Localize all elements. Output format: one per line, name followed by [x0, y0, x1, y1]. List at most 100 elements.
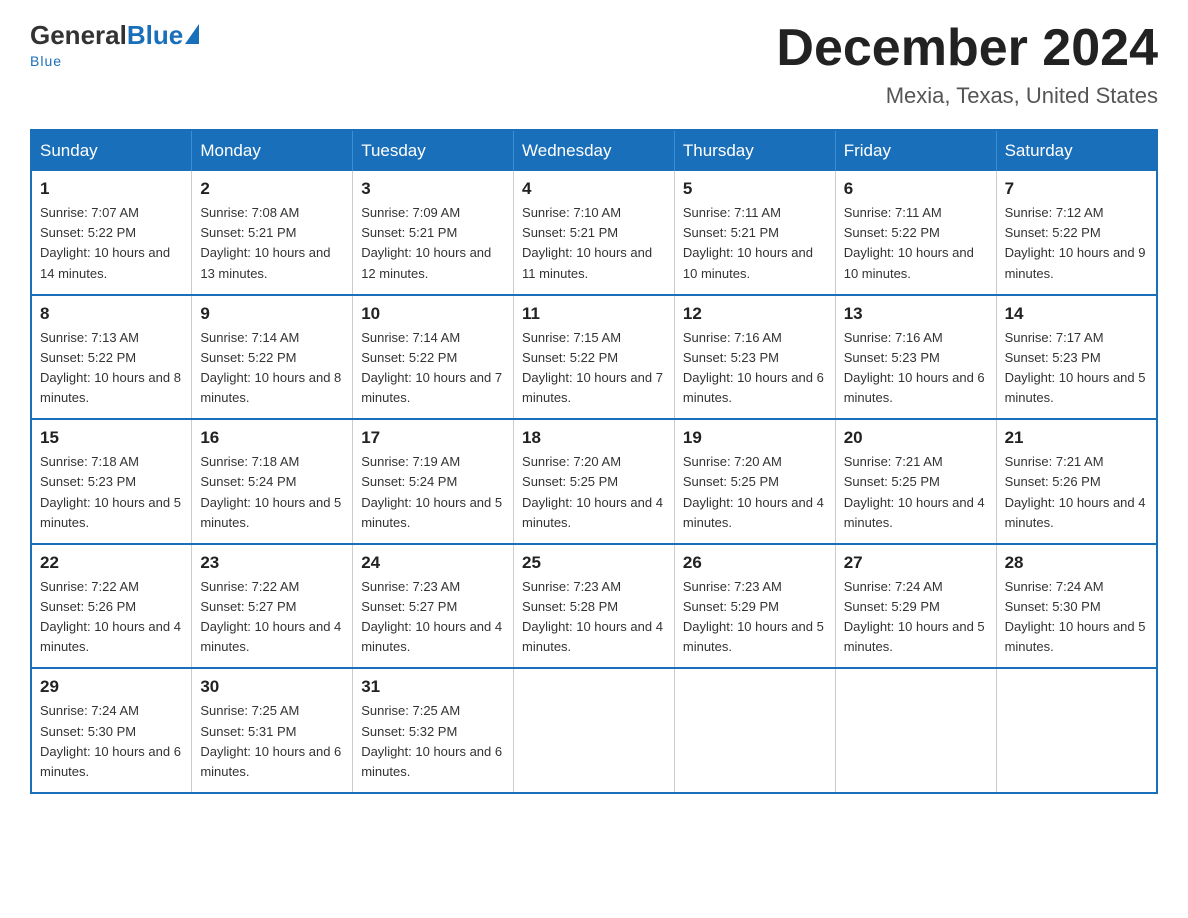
day-info: Sunrise: 7:08 AMSunset: 5:21 PMDaylight:… [200, 205, 330, 280]
calendar-cell: 11 Sunrise: 7:15 AMSunset: 5:22 PMDaylig… [514, 295, 675, 420]
day-info: Sunrise: 7:10 AMSunset: 5:21 PMDaylight:… [522, 205, 652, 280]
calendar-week-row: 15 Sunrise: 7:18 AMSunset: 5:23 PMDaylig… [31, 419, 1157, 544]
day-info: Sunrise: 7:24 AMSunset: 5:30 PMDaylight:… [40, 703, 181, 778]
logo-text: General Blue [30, 20, 199, 51]
day-info: Sunrise: 7:23 AMSunset: 5:27 PMDaylight:… [361, 579, 502, 654]
calendar-cell: 31 Sunrise: 7:25 AMSunset: 5:32 PMDaylig… [353, 668, 514, 793]
day-number: 17 [361, 428, 505, 448]
calendar-cell: 4 Sunrise: 7:10 AMSunset: 5:21 PMDayligh… [514, 171, 675, 295]
day-info: Sunrise: 7:16 AMSunset: 5:23 PMDaylight:… [844, 330, 985, 405]
day-number: 4 [522, 179, 666, 199]
logo: General Blue Blue [30, 20, 199, 69]
calendar-cell: 19 Sunrise: 7:20 AMSunset: 5:25 PMDaylig… [674, 419, 835, 544]
day-number: 11 [522, 304, 666, 324]
day-number: 7 [1005, 179, 1148, 199]
day-number: 13 [844, 304, 988, 324]
calendar-cell: 1 Sunrise: 7:07 AMSunset: 5:22 PMDayligh… [31, 171, 192, 295]
logo-triangle-icon [185, 24, 199, 44]
day-info: Sunrise: 7:21 AMSunset: 5:26 PMDaylight:… [1005, 454, 1146, 529]
logo-general-text: General [30, 20, 127, 51]
day-number: 6 [844, 179, 988, 199]
calendar-cell: 22 Sunrise: 7:22 AMSunset: 5:26 PMDaylig… [31, 544, 192, 669]
calendar-cell: 9 Sunrise: 7:14 AMSunset: 5:22 PMDayligh… [192, 295, 353, 420]
day-info: Sunrise: 7:18 AMSunset: 5:23 PMDaylight:… [40, 454, 181, 529]
logo-blue-container: Blue [127, 20, 199, 51]
day-number: 25 [522, 553, 666, 573]
day-info: Sunrise: 7:23 AMSunset: 5:29 PMDaylight:… [683, 579, 824, 654]
day-number: 16 [200, 428, 344, 448]
day-info: Sunrise: 7:25 AMSunset: 5:32 PMDaylight:… [361, 703, 502, 778]
day-info: Sunrise: 7:11 AMSunset: 5:22 PMDaylight:… [844, 205, 974, 280]
day-info: Sunrise: 7:14 AMSunset: 5:22 PMDaylight:… [361, 330, 502, 405]
calendar-cell: 18 Sunrise: 7:20 AMSunset: 5:25 PMDaylig… [514, 419, 675, 544]
day-number: 21 [1005, 428, 1148, 448]
weekday-header-sunday: Sunday [31, 130, 192, 171]
day-info: Sunrise: 7:21 AMSunset: 5:25 PMDaylight:… [844, 454, 985, 529]
calendar-week-row: 8 Sunrise: 7:13 AMSunset: 5:22 PMDayligh… [31, 295, 1157, 420]
page-header: General Blue Blue December 2024 Mexia, T… [30, 20, 1158, 109]
day-number: 5 [683, 179, 827, 199]
day-number: 22 [40, 553, 183, 573]
logo-blue-text: Blue [127, 20, 183, 51]
calendar-cell [674, 668, 835, 793]
calendar-cell: 17 Sunrise: 7:19 AMSunset: 5:24 PMDaylig… [353, 419, 514, 544]
calendar-cell: 21 Sunrise: 7:21 AMSunset: 5:26 PMDaylig… [996, 419, 1157, 544]
day-number: 18 [522, 428, 666, 448]
day-number: 10 [361, 304, 505, 324]
day-number: 15 [40, 428, 183, 448]
calendar-cell: 12 Sunrise: 7:16 AMSunset: 5:23 PMDaylig… [674, 295, 835, 420]
calendar-cell: 16 Sunrise: 7:18 AMSunset: 5:24 PMDaylig… [192, 419, 353, 544]
calendar-cell: 6 Sunrise: 7:11 AMSunset: 5:22 PMDayligh… [835, 171, 996, 295]
day-number: 2 [200, 179, 344, 199]
weekday-header-saturday: Saturday [996, 130, 1157, 171]
day-number: 8 [40, 304, 183, 324]
day-number: 30 [200, 677, 344, 697]
calendar-cell: 8 Sunrise: 7:13 AMSunset: 5:22 PMDayligh… [31, 295, 192, 420]
calendar-week-row: 29 Sunrise: 7:24 AMSunset: 5:30 PMDaylig… [31, 668, 1157, 793]
day-info: Sunrise: 7:12 AMSunset: 5:22 PMDaylight:… [1005, 205, 1146, 280]
day-number: 26 [683, 553, 827, 573]
day-info: Sunrise: 7:17 AMSunset: 5:23 PMDaylight:… [1005, 330, 1146, 405]
day-info: Sunrise: 7:09 AMSunset: 5:21 PMDaylight:… [361, 205, 491, 280]
calendar-cell: 23 Sunrise: 7:22 AMSunset: 5:27 PMDaylig… [192, 544, 353, 669]
day-number: 28 [1005, 553, 1148, 573]
calendar-cell: 2 Sunrise: 7:08 AMSunset: 5:21 PMDayligh… [192, 171, 353, 295]
day-number: 19 [683, 428, 827, 448]
calendar-cell: 14 Sunrise: 7:17 AMSunset: 5:23 PMDaylig… [996, 295, 1157, 420]
day-number: 29 [40, 677, 183, 697]
day-info: Sunrise: 7:16 AMSunset: 5:23 PMDaylight:… [683, 330, 824, 405]
day-number: 12 [683, 304, 827, 324]
day-number: 3 [361, 179, 505, 199]
weekday-header-row: SundayMondayTuesdayWednesdayThursdayFrid… [31, 130, 1157, 171]
day-info: Sunrise: 7:23 AMSunset: 5:28 PMDaylight:… [522, 579, 663, 654]
calendar-cell: 30 Sunrise: 7:25 AMSunset: 5:31 PMDaylig… [192, 668, 353, 793]
calendar-cell: 25 Sunrise: 7:23 AMSunset: 5:28 PMDaylig… [514, 544, 675, 669]
calendar-cell: 24 Sunrise: 7:23 AMSunset: 5:27 PMDaylig… [353, 544, 514, 669]
day-number: 31 [361, 677, 505, 697]
day-info: Sunrise: 7:19 AMSunset: 5:24 PMDaylight:… [361, 454, 502, 529]
calendar-cell: 10 Sunrise: 7:14 AMSunset: 5:22 PMDaylig… [353, 295, 514, 420]
day-info: Sunrise: 7:25 AMSunset: 5:31 PMDaylight:… [200, 703, 341, 778]
day-number: 24 [361, 553, 505, 573]
day-info: Sunrise: 7:14 AMSunset: 5:22 PMDaylight:… [200, 330, 341, 405]
weekday-header-tuesday: Tuesday [353, 130, 514, 171]
day-info: Sunrise: 7:07 AMSunset: 5:22 PMDaylight:… [40, 205, 170, 280]
day-info: Sunrise: 7:24 AMSunset: 5:30 PMDaylight:… [1005, 579, 1146, 654]
calendar-cell: 7 Sunrise: 7:12 AMSunset: 5:22 PMDayligh… [996, 171, 1157, 295]
calendar-cell [996, 668, 1157, 793]
day-number: 20 [844, 428, 988, 448]
day-number: 23 [200, 553, 344, 573]
day-info: Sunrise: 7:22 AMSunset: 5:26 PMDaylight:… [40, 579, 181, 654]
weekday-header-wednesday: Wednesday [514, 130, 675, 171]
day-info: Sunrise: 7:22 AMSunset: 5:27 PMDaylight:… [200, 579, 341, 654]
calendar-cell: 28 Sunrise: 7:24 AMSunset: 5:30 PMDaylig… [996, 544, 1157, 669]
day-info: Sunrise: 7:15 AMSunset: 5:22 PMDaylight:… [522, 330, 663, 405]
calendar-cell: 27 Sunrise: 7:24 AMSunset: 5:29 PMDaylig… [835, 544, 996, 669]
logo-subtitle: Blue [30, 53, 62, 69]
calendar-cell: 20 Sunrise: 7:21 AMSunset: 5:25 PMDaylig… [835, 419, 996, 544]
day-info: Sunrise: 7:11 AMSunset: 5:21 PMDaylight:… [683, 205, 813, 280]
weekday-header-friday: Friday [835, 130, 996, 171]
day-info: Sunrise: 7:24 AMSunset: 5:29 PMDaylight:… [844, 579, 985, 654]
calendar-cell [514, 668, 675, 793]
calendar-cell: 15 Sunrise: 7:18 AMSunset: 5:23 PMDaylig… [31, 419, 192, 544]
